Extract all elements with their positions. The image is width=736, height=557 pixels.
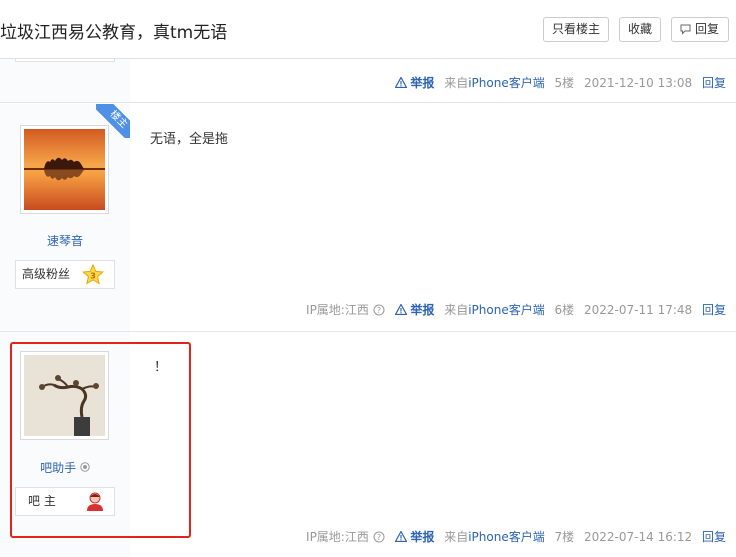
username-link[interactable]: 速琴音 [0, 232, 130, 249]
svg-text:?: ? [377, 533, 381, 542]
client-link[interactable]: iPhone客户端 [468, 530, 545, 544]
help-icon[interactable]: ? [373, 304, 385, 316]
report-link[interactable]: 举报 [394, 530, 439, 544]
post-content: 无语，全是拖 [150, 132, 229, 147]
reply-link[interactable]: 回复 [702, 530, 726, 544]
reply-link[interactable]: 回复 [702, 76, 726, 90]
ip-location: IP属地:江西 ? [306, 530, 388, 544]
author-sidebar: 速琴音 高级粉丝 3 楼主 [0, 104, 130, 331]
reply-button[interactable]: 回复 [671, 17, 729, 42]
post-tail: IP属地:江西 ? 举报 来自iPhone客户端 6楼 2022-07-11 1… [300, 301, 726, 318]
reply-link[interactable]: 回复 [702, 303, 726, 317]
post-time: 2022-07-11 17:48 [584, 303, 693, 317]
author-sidebar [0, 59, 130, 102]
post-floor-5: 举报 来自iPhone客户端 5楼 2021-12-10 13:08 回复 [0, 59, 736, 103]
red-highlight-box [10, 342, 191, 538]
fan-level-label: 高级粉丝 [22, 267, 71, 281]
favorite-button[interactable]: 收藏 [619, 17, 661, 42]
level-number: 3 [90, 272, 96, 281]
only-op-button[interactable]: 只看楼主 [543, 17, 609, 42]
warning-icon [394, 530, 408, 543]
thread-title: 垃圾江西易公教育，真tm无语 [0, 23, 228, 43]
op-ribbon: 楼主 [96, 104, 130, 138]
floor-number: 7楼 [554, 530, 575, 544]
avatar[interactable] [20, 125, 109, 214]
fan-level-badge[interactable]: 高级粉丝 3 [15, 260, 115, 289]
client-source: 来自iPhone客户端 [444, 303, 545, 317]
reply-button-label: 回复 [694, 22, 719, 36]
warning-icon [394, 303, 408, 316]
post-time: 2022-07-14 16:12 [584, 530, 693, 544]
client-source: 来自iPhone客户端 [444, 76, 545, 90]
report-link[interactable]: 举报 [394, 76, 439, 90]
post-time: 2021-12-10 13:08 [584, 76, 693, 90]
svg-text:?: ? [377, 306, 381, 315]
sunset-lake-avatar-image [24, 129, 105, 210]
ip-location: IP属地:江西 ? [306, 303, 388, 317]
level-star-icon: 3 [82, 264, 104, 285]
post-floor-6: 速琴音 高级粉丝 3 楼主 无语，全是拖 IP属地:江西 ? 举报 来自iPho… [0, 104, 736, 332]
client-link[interactable]: iPhone客户端 [468, 76, 545, 90]
client-link[interactable]: iPhone客户端 [468, 303, 545, 317]
thread-header: 垃圾江西易公教育，真tm无语 只看楼主 收藏 回复 [0, 0, 736, 59]
floor-number: 5楼 [554, 76, 575, 90]
warning-icon [394, 76, 408, 89]
op-label: 楼主 [96, 104, 130, 138]
post-tail: IP属地:江西 ? 举报 来自iPhone客户端 7楼 2022-07-14 1… [300, 528, 726, 545]
floor-number: 6楼 [554, 303, 575, 317]
help-icon[interactable]: ? [373, 531, 385, 543]
client-source: 来自iPhone客户端 [444, 530, 545, 544]
report-link[interactable]: 举报 [394, 303, 439, 317]
comment-icon [680, 24, 691, 35]
post-tail: 举报 来自iPhone客户端 5楼 2021-12-10 13:08 回复 [389, 74, 726, 91]
badge-bottom-edge [15, 59, 115, 62]
